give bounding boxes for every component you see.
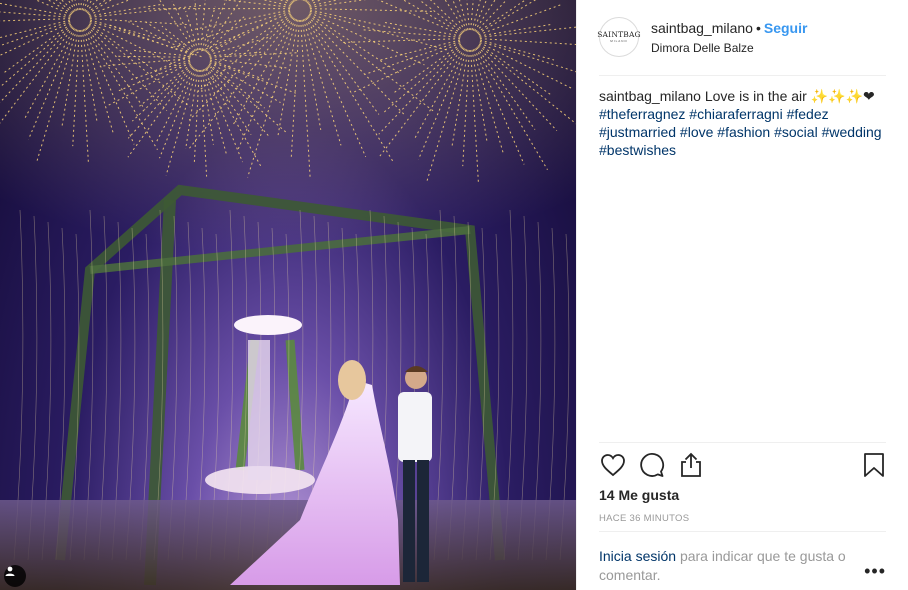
post-header: SAINTBAG MILANO saintbag_milano • Seguir D… bbox=[597, 15, 886, 59]
hashtag-link[interactable]: #fashion bbox=[717, 124, 770, 140]
avatar-logo: SAINTBAG bbox=[597, 29, 641, 39]
login-link[interactable]: Inicia sesión bbox=[599, 548, 676, 564]
hashtag-link[interactable]: #social bbox=[774, 124, 818, 140]
location-link[interactable]: Dimora Delle Balze bbox=[651, 41, 807, 55]
comment-icon[interactable] bbox=[638, 451, 666, 479]
username-link[interactable]: saintbag_milano bbox=[651, 20, 753, 36]
share-icon[interactable] bbox=[677, 451, 705, 479]
caption-text: Love is in the air ✨✨✨❤ bbox=[704, 88, 875, 104]
hashtag-link[interactable]: #justmarried bbox=[599, 124, 676, 140]
follow-button[interactable]: Seguir bbox=[764, 20, 808, 36]
hashtag-link[interactable]: #bestwishes bbox=[599, 142, 676, 158]
avatar-logo-sub: MILANO bbox=[610, 39, 628, 44]
post-side-panel: SAINTBAG MILANO saintbag_milano • Seguir D… bbox=[576, 0, 908, 590]
bookmark-icon[interactable] bbox=[860, 451, 888, 479]
post-photo[interactable] bbox=[0, 0, 576, 590]
hashtag-link[interactable]: #theferragnez bbox=[599, 106, 685, 122]
hashtag-link[interactable]: #chiaraferragni bbox=[689, 106, 782, 122]
avatar[interactable]: SAINTBAG MILANO bbox=[597, 17, 641, 57]
heart-icon[interactable] bbox=[599, 451, 627, 479]
caption-hashtags: #theferragnez #chiaraferragni #fedez #ju… bbox=[599, 106, 882, 158]
timestamp: HACE 36 MINUTOS bbox=[599, 513, 690, 524]
hashtag-link[interactable]: #love bbox=[680, 124, 713, 140]
more-options-button[interactable]: ••• bbox=[864, 562, 886, 580]
person-tag-icon[interactable] bbox=[4, 565, 26, 587]
header-divider bbox=[599, 75, 886, 76]
login-prompt: Inicia sesión para indicar que te gusta … bbox=[599, 547, 861, 585]
header-info: saintbag_milano • Seguir Dimora Delle Balz… bbox=[651, 19, 807, 55]
wedding-fireworks-image bbox=[0, 0, 576, 590]
separator-dot: • bbox=[755, 20, 761, 36]
likes-count[interactable]: 14 Me gusta bbox=[599, 487, 679, 503]
post-caption: saintbag_milano Love is in the air ✨✨✨❤ … bbox=[599, 87, 891, 159]
hashtag-link[interactable]: #fedez bbox=[787, 106, 829, 122]
hashtag-link[interactable]: #wedding bbox=[822, 124, 882, 140]
action-bar bbox=[599, 451, 888, 479]
actions-divider bbox=[599, 442, 886, 443]
login-divider bbox=[599, 531, 886, 532]
caption-username[interactable]: saintbag_milano bbox=[599, 88, 701, 104]
instagram-post: SAINTBAG MILANO saintbag_milano • Seguir D… bbox=[0, 0, 908, 590]
